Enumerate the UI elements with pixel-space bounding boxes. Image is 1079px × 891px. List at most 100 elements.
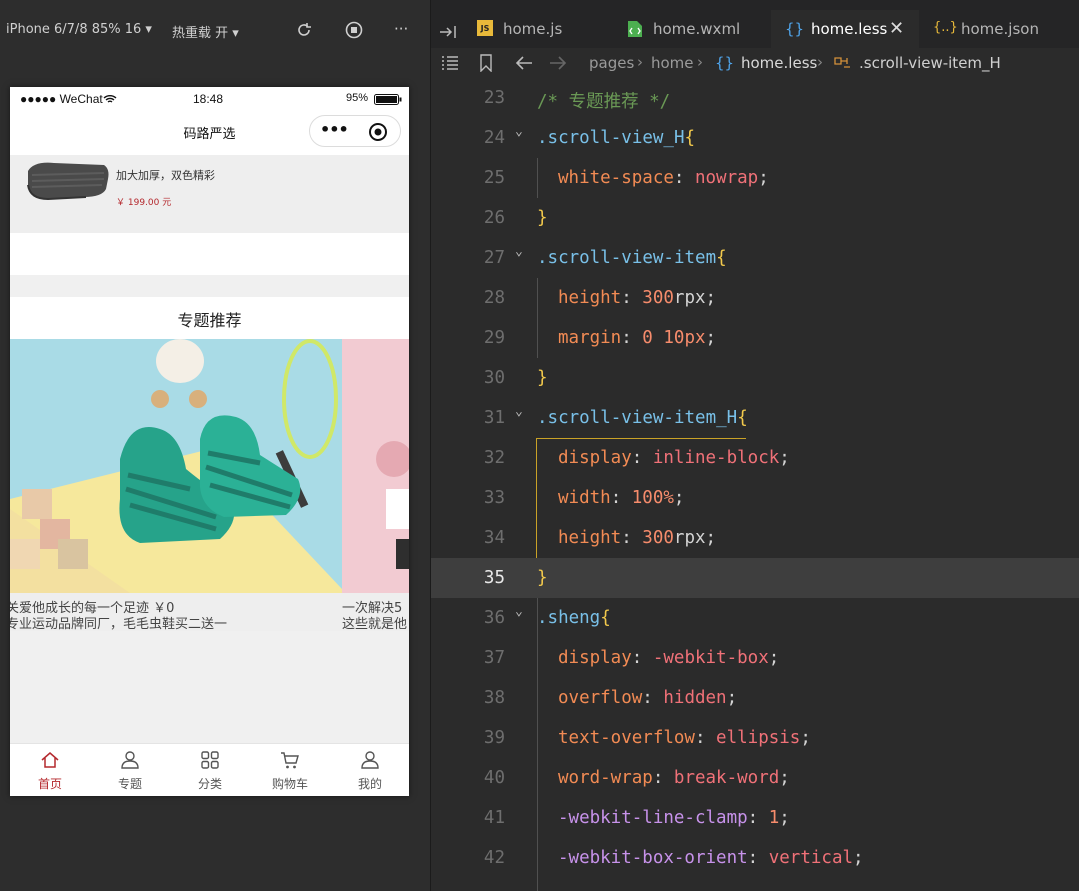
tab-home-json[interactable]: {..} home.json <box>923 10 1073 48</box>
code-token: 0 10px <box>642 328 706 348</box>
tab-home-wxml[interactable]: home.wxml <box>617 10 767 48</box>
back-arrow-icon[interactable] <box>515 55 533 71</box>
less-file-icon: {} <box>715 54 735 72</box>
product-image <box>27 162 109 201</box>
user-icon <box>121 751 139 769</box>
code-token: ; <box>673 488 685 508</box>
json-file-icon: {..} <box>933 20 958 35</box>
code-line[interactable]: 32 display: inline-block; <box>431 438 1079 478</box>
code-line[interactable]: 24 ⌄ .scroll-view_H{ <box>431 118 1079 158</box>
code-token: ; <box>853 848 864 868</box>
code-line[interactable]: 41 -webkit-line-clamp: 1; <box>431 798 1079 838</box>
code-line[interactable]: 35} <box>431 558 1079 598</box>
phone-screen: ●●●●● WeChat 18:48 95% 码路严选 ••• 加大加厚，双色精… <box>10 87 409 796</box>
tab-label: 购物车 <box>271 777 308 791</box>
code-line[interactable]: 31 ⌄ .scroll-view-item_H{ <box>431 398 1079 438</box>
cart-icon <box>281 752 299 769</box>
code-line[interactable]: 34 height: 300rpx; <box>431 518 1079 558</box>
code-line[interactable]: 33 width: 100%; <box>431 478 1079 518</box>
forward-arrow-icon[interactable] <box>549 55 567 71</box>
close-tab-icon[interactable]: ✕ <box>889 18 904 39</box>
bookmark-icon[interactable] <box>479 54 493 72</box>
wxml-file-icon <box>628 21 642 37</box>
battery-icon <box>374 94 402 105</box>
tab-cart[interactable]: 购物车 <box>250 744 330 796</box>
code-area[interactable]: 23/* 专题推荐 */24 ⌄ .scroll-view_H{25 white-sp… <box>431 78 1079 891</box>
blank-section <box>10 233 409 275</box>
tab-label: 我的 <box>357 777 382 791</box>
code-token: white-space <box>558 168 674 188</box>
code-token: { <box>737 408 748 428</box>
code-text: text-overflow: ellipsis; <box>558 728 811 748</box>
code-line[interactable]: 36 ⌄ .sheng{ <box>431 598 1079 638</box>
product-price: ￥ 199.00 元 <box>116 198 172 208</box>
code-line[interactable]: 23 /* 专题推荐 */ <box>431 78 1079 118</box>
code-token: display <box>558 448 632 468</box>
code-token: : <box>673 168 695 188</box>
code-token: ; <box>800 728 811 748</box>
capsule-more-button[interactable]: ••• <box>320 120 349 139</box>
topic-scroll-view[interactable]: 关爱他成长的每一个足迹 ￥0 专业运动品牌同厂，毛毛虫鞋买二送一 一次解决5 这… <box>10 339 409 631</box>
code-token: nowrap <box>694 168 759 188</box>
topic-image-shoes[interactable] <box>10 339 342 593</box>
toggle-sidebar-icon[interactable] <box>439 24 459 40</box>
breadcrumb-item[interactable]: pages <box>589 54 634 72</box>
carrier-label: ●●●●● WeChat <box>20 92 103 106</box>
code-line[interactable]: 29 margin: 0 10px; <box>431 318 1079 358</box>
tab-topic[interactable]: 专题 <box>90 744 170 796</box>
code-line[interactable]: 30} <box>431 358 1079 398</box>
fold-chevron-icon[interactable]: ⌄ <box>515 604 523 619</box>
code-text: } <box>537 368 548 388</box>
code-token: -webkit-box <box>652 648 769 668</box>
code-text: -webkit-box-orient: vertical; <box>558 848 864 868</box>
breadcrumb-item[interactable]: home <box>651 54 694 72</box>
fold-chevron-icon[interactable]: ⌄ <box>515 404 523 419</box>
breadcrumb-item[interactable]: home.less <box>741 54 817 72</box>
code-text: } <box>537 568 548 588</box>
more-menu-button[interactable]: ··· <box>394 20 408 38</box>
code-text: height: 300rpx; <box>558 288 716 308</box>
code-text: height: 300rpx; <box>558 528 716 548</box>
capsule-close-icon[interactable] <box>368 122 388 142</box>
code-line[interactable]: 38 overflow: hidden; <box>431 678 1079 718</box>
code-line[interactable]: 42 -webkit-box-orient: vertical; <box>431 838 1079 878</box>
code-token: ; <box>779 768 790 788</box>
code-token: : <box>631 448 653 468</box>
code-line[interactable]: 27 ⌄ .scroll-view-item{ <box>431 238 1079 278</box>
code-line[interactable]: 39 text-overflow: ellipsis; <box>431 718 1079 758</box>
tab-home-less[interactable]: {} home.less ✕ <box>771 10 919 48</box>
line-number: 27 <box>483 248 505 268</box>
fold-chevron-icon[interactable]: ⌄ <box>515 124 523 139</box>
code-line[interactable]: 25 white-space: nowrap; <box>431 158 1079 198</box>
topic-header: 专题推荐 <box>10 297 409 339</box>
code-token: inline-block <box>652 448 780 468</box>
stop-icon[interactable] <box>344 20 364 40</box>
product-card[interactable]: 加大加厚，双色精彩 ￥ 199.00 元 <box>10 155 409 233</box>
tab-home-js[interactable]: JS home.js <box>467 10 607 48</box>
fold-chevron-icon[interactable]: ⌄ <box>515 244 523 259</box>
refresh-icon[interactable] <box>294 20 314 40</box>
topic-image-gifts[interactable] <box>342 339 409 593</box>
tab-category[interactable]: 分类 <box>170 744 250 796</box>
code-text: display: inline-block; <box>558 448 790 468</box>
code-line[interactable]: 37 display: -webkit-box; <box>431 638 1079 678</box>
code-token: : <box>747 848 769 868</box>
code-token: text-overflow <box>558 728 695 748</box>
code-token: : <box>610 488 632 508</box>
tab-home[interactable]: 首页 <box>10 744 90 796</box>
outline-list-icon[interactable] <box>441 55 459 71</box>
device-select[interactable]: iPhone 6/7/8 85% 16 ▾ <box>6 22 152 37</box>
code-line[interactable]: 26} <box>431 198 1079 238</box>
tab-mine[interactable]: 我的 <box>330 744 409 796</box>
code-line[interactable]: 28 height: 300rpx; <box>431 278 1079 318</box>
selector-icon <box>834 57 850 68</box>
code-token: .scroll-view-item <box>537 248 717 268</box>
line-number: 37 <box>483 648 505 668</box>
hot-reload-toggle[interactable]: 热重载 开 ▾ <box>172 22 239 41</box>
breadcrumb-item[interactable]: .scroll-view-item_H <box>859 54 1001 72</box>
code-line[interactable]: 40 word-wrap: break-word; <box>431 758 1079 798</box>
code-token: } <box>537 368 548 388</box>
code-token: -webkit-box-orient <box>558 848 748 868</box>
code-token: word-wrap <box>558 768 653 788</box>
tab-label: home.less <box>811 20 888 38</box>
